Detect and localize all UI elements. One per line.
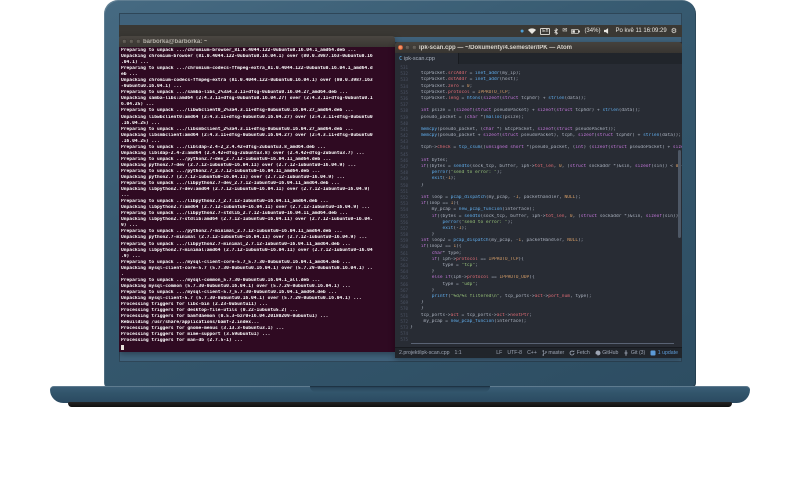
- encoding-indicator[interactable]: UTF-8: [507, 350, 522, 356]
- indicator-messages-icon[interactable]: ●: [520, 28, 524, 35]
- terminal-line: Preparing to unpack .../chromium-codecs-…: [121, 66, 373, 72]
- battery-percent[interactable]: (34%): [584, 28, 600, 34]
- terminal-title: barborka@barborka: ~: [143, 38, 208, 45]
- minimize-icon[interactable]: [405, 45, 410, 50]
- status-item-label: GitHub: [602, 350, 619, 356]
- status-file-path[interactable]: 2.projekt/ipk-scan.cpp: [399, 350, 449, 356]
- horizontal-scrollbar[interactable]: [411, 343, 674, 344]
- git-icon: [623, 350, 629, 356]
- laptop-rubber-foot: [68, 402, 732, 407]
- laptop-mockup: ● En ✉ (34%) Po kvě 11 16:09:29 ⚙ barborka@ba…: [0, 0, 800, 477]
- status-cursor-position[interactable]: 1:1: [454, 350, 461, 356]
- minimize-icon[interactable]: [129, 39, 134, 44]
- laptop-thumb-scoop: [310, 386, 490, 392]
- line-number: 575: [400, 337, 408, 343]
- maximize-icon[interactable]: [136, 39, 141, 44]
- status-item-label: Git (3): [630, 350, 646, 356]
- mail-icon[interactable]: ✉: [562, 28, 567, 34]
- battery-icon[interactable]: [571, 28, 581, 34]
- terminal-body[interactable]: Preparing to unpack .../chromium-browser…: [119, 47, 395, 352]
- vertical-scrollbar-thumb[interactable]: [678, 150, 681, 238]
- maximize-icon[interactable]: [412, 45, 417, 50]
- sync-icon: [569, 350, 575, 356]
- atom-titlebar[interactable]: ipk-scan.cpp — ~/Dokumenty/4.semester/IP…: [395, 42, 682, 53]
- terminal-line: Unpacking libpython2.7-dev:amd64 (2.7.12…: [121, 187, 370, 193]
- volume-icon[interactable]: [604, 28, 611, 34]
- status-bar: 2.projekt/ipk-scan.cpp 1:1 LF UTF-8 C++ mas…: [395, 347, 682, 358]
- terminal-line: Unpacking libwbclient0:amd64 (2:4.3.11+d…: [121, 114, 373, 120]
- tab-ipk-scan[interactable]: C ipk-scan.cpp: [395, 53, 459, 64]
- grammar-indicator[interactable]: C++: [527, 350, 537, 356]
- terminal-line: Unpacking libldap-2.4-2:amd64 (2.4.42+df…: [121, 150, 365, 156]
- close-icon[interactable]: [398, 45, 403, 50]
- clock[interactable]: Po kvě 11 16:09:29: [615, 28, 666, 34]
- package-icon: [650, 350, 656, 356]
- terminal-line: Unpacking mysql-client-core-5.7 (5.7.30-…: [121, 265, 373, 271]
- terminal-line: Unpacking libsmbclient:amd64 (2:4.3.11+d…: [121, 132, 373, 138]
- session-gear-icon[interactable]: ⚙: [671, 28, 677, 35]
- github-button[interactable]: GitHub: [595, 350, 619, 356]
- terminal-line: Unpacking python2.7-minimal (2.7.12-1ubu…: [121, 235, 368, 241]
- status-items: LF UTF-8 C++ master Fetch GitHub Git (3) 1 upda…: [496, 350, 678, 356]
- code-line: 544 tcph->check = tcp_csum((unsigned sho…: [395, 145, 682, 151]
- terminal-line: Unpacking chromium-browser (81.0.4044.12…: [121, 54, 373, 60]
- github-icon: [595, 350, 601, 356]
- status-item-label: UTF-8: [507, 350, 523, 356]
- terminal-titlebar[interactable]: barborka@barborka: ~: [119, 36, 395, 47]
- cpp-file-icon: C: [399, 55, 403, 62]
- wifi-icon[interactable]: [528, 28, 537, 34]
- keyboard-layout-indicator[interactable]: En: [540, 27, 551, 35]
- close-icon[interactable]: [122, 39, 127, 44]
- fetch-button[interactable]: Fetch: [569, 350, 590, 356]
- terminal-line: Processing triggers for man-db (2.7.5-1)…: [121, 338, 243, 344]
- atom-window: ipk-scan.cpp — ~/Dokumenty/4.semester/IP…: [395, 42, 682, 358]
- status-item-label: 1 update: [657, 350, 678, 356]
- terminal-line: Unpacking libpython2.7-stdlib:amd64 (2.7…: [121, 217, 373, 223]
- atom-title: ipk-scan.cpp — ~/Dokumenty/4.semester/IP…: [419, 44, 572, 51]
- status-item-label: master: [548, 350, 565, 356]
- branch-icon: [542, 350, 547, 356]
- status-item-label: LF: [496, 350, 503, 356]
- line-ending-indicator[interactable]: LF: [496, 350, 502, 356]
- code-area[interactable]: 531 532 tcpPacket.srcAddr = inet_addr(my_…: [395, 64, 682, 347]
- branch-indicator[interactable]: master: [542, 350, 564, 356]
- terminal-cursor: [121, 344, 124, 350]
- terminal-line: Unpacking samba-libs:amd64 (2:4.3.11+dfs…: [121, 96, 373, 102]
- desktop-screen: ● En ✉ (34%) Po kvě 11 16:09:29 ⚙ barborka@ba…: [119, 13, 682, 362]
- status-item-label: C++: [527, 350, 537, 356]
- bluetooth-icon[interactable]: [554, 27, 559, 35]
- code-line: 542 memcpy(pseudo_packet + sizeof(struct…: [395, 133, 682, 139]
- tab-label: ipk-scan.cpp: [404, 55, 435, 62]
- tab-bar: C ipk-scan.cpp: [395, 53, 682, 64]
- git-tab-button[interactable]: Git (3): [623, 350, 645, 356]
- update-available-button[interactable]: 1 update: [650, 350, 678, 356]
- status-item-label: Fetch: [576, 350, 590, 356]
- terminal-line: Unpacking libpython2.7-minimal:amd64 (2.…: [121, 247, 373, 253]
- terminal-window: barborka@barborka: ~ Preparing to unpack…: [119, 36, 395, 352]
- laptop-base: [50, 386, 750, 403]
- panel-indicators: ● En ✉ (34%) Po kvě 11 16:09:29 ⚙: [520, 27, 677, 35]
